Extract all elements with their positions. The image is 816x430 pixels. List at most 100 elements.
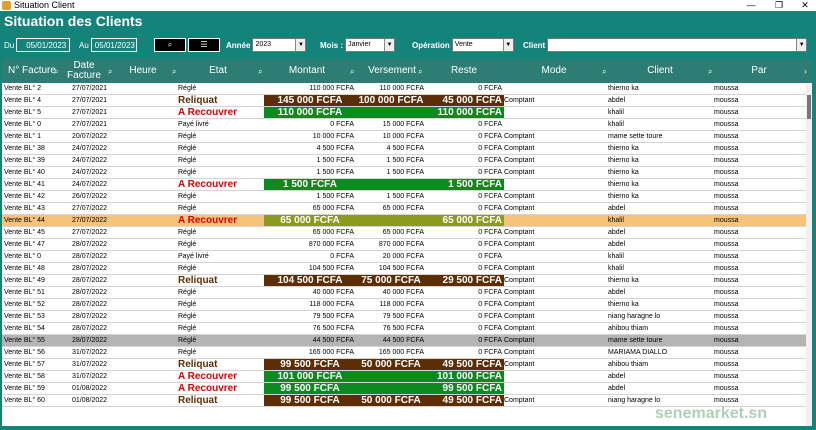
table-row[interactable]: Vente BL° 45 27/07/2022 Réglé 65 000 FCFA 65… <box>2 227 806 239</box>
cell-client: khalil <box>608 265 624 272</box>
cell-client: abdel <box>608 205 626 212</box>
cell-etat: Réglé <box>178 289 197 296</box>
operation-select[interactable]: Vente ▼ <box>451 38 514 52</box>
close-button[interactable]: ✕ <box>796 0 814 11</box>
cell-heure <box>124 395 170 406</box>
cell-reste: 0 FCFA <box>478 145 502 152</box>
search-icon[interactable]: ⌕ <box>54 67 58 77</box>
cell-etat: A Recouvrer <box>178 215 238 226</box>
col-header-facture[interactable]: N° Facture <box>2 59 62 83</box>
cell-etat: Reliquat <box>178 359 218 370</box>
chevron-right-icon[interactable]: › <box>804 67 807 76</box>
table-row[interactable]: Vente BL° 49 28/07/2022 Reliquat 104 500 FC… <box>2 275 806 287</box>
table-row[interactable]: Vente BL° 38 24/07/2022 Réglé 4 500 FCFA 4 5… <box>2 143 806 155</box>
search-icon[interactable]: ⌕ <box>258 67 262 77</box>
table-row[interactable]: Vente BL° 55 28/07/2022 Réglé 44 500 FCFA 44… <box>2 335 806 347</box>
cell-montant: 101 000 FCFA <box>277 371 343 382</box>
table-row[interactable]: Vente BL° 58 31/07/2022 A Recouvrer 101 000… <box>2 371 806 383</box>
cell-versement: 50 000 FCFA <box>361 359 421 370</box>
cell-client: abdel <box>608 229 626 236</box>
table-row[interactable]: Vente BL° 5 27/07/2021 A Recouvrer 110 000 … <box>2 107 806 119</box>
cell-date: 28/07/2022 <box>72 241 108 248</box>
app-main: Situation des Clients Du 05/01/2023 Au 0… <box>0 11 816 430</box>
cell-reste: 0 FCFA <box>478 289 502 296</box>
cell-date: 27/07/2021 <box>72 97 108 104</box>
cell-montant: 145 000 FCFA <box>277 95 343 106</box>
cell-etat: Réglé <box>178 241 197 248</box>
table-row[interactable]: Vente BL° 54 28/07/2022 Réglé 76 500 FCFA 76… <box>2 323 806 335</box>
cell-facture: Vente BL° 57 <box>4 361 45 368</box>
search-icon[interactable]: ⌕ <box>418 67 422 77</box>
col-header-versement[interactable]: Versement <box>358 59 426 83</box>
col-header-date[interactable]: Date Facture <box>64 59 104 83</box>
table-row[interactable]: Vente BL° 0 27/07/2021 Payé livré 0 FCFA 15 … <box>2 119 806 131</box>
table-row[interactable]: Vente BL° 48 28/07/2022 Réglé 104 500 FCFA 1… <box>2 263 806 275</box>
table-row[interactable]: Vente BL° 39 24/07/2022 Réglé 1 500 FCFA 1 5… <box>2 155 806 167</box>
table-row[interactable]: Vente BL° 52 28/07/2022 Réglé 118 000 FCFA 1… <box>2 299 806 311</box>
maximize-button[interactable]: ❐ <box>770 0 788 11</box>
table-row[interactable]: Vente BL° 4 27/07/2021 Reliquat 145 000 FCF… <box>2 95 806 107</box>
list-icon: ☰ <box>200 40 208 49</box>
table-row[interactable]: Vente BL° 0 28/07/2022 Payé livré 0 FCFA 20 … <box>2 251 806 263</box>
cell-date: 01/08/2022 <box>72 385 108 392</box>
vertical-scrollbar[interactable] <box>806 83 812 426</box>
cell-date: 24/07/2022 <box>72 169 108 176</box>
search-button[interactable]: ⌕ <box>154 38 186 52</box>
cell-montant: 76 500 FCFA <box>312 325 354 332</box>
list-button[interactable]: ☰ <box>188 38 220 52</box>
cell-heure <box>124 191 170 202</box>
minimize-button[interactable]: — <box>742 0 760 11</box>
col-header-client[interactable]: Client <box>608 59 712 83</box>
cell-facture: Vente BL° 53 <box>4 313 45 320</box>
cell-mode: Comptant <box>504 397 535 404</box>
table-row[interactable]: Vente BL° 53 28/07/2022 Réglé 79 500 FCFA 79… <box>2 311 806 323</box>
table-row[interactable]: Vente BL° 43 27/07/2022 Réglé 65 000 FCFA 65… <box>2 203 806 215</box>
table-row[interactable]: Vente BL° 1 20/07/2022 Réglé 10 000 FCFA 10 … <box>2 131 806 143</box>
cell-montant: 118 000 FCFA <box>309 301 354 308</box>
cell-date: 01/08/2022 <box>72 397 108 404</box>
search-icon[interactable]: ⌕ <box>602 67 606 77</box>
col-header-heure[interactable]: Heure <box>120 59 166 83</box>
table-row[interactable]: Vente BL° 57 31/07/2022 Reliquat 99 500 FCF… <box>2 359 806 371</box>
cell-versement <box>356 215 426 226</box>
cell-versement <box>356 371 426 382</box>
table-row[interactable]: Vente BL° 40 24/07/2022 Réglé 1 500 FCFA 1 5… <box>2 167 806 179</box>
scroll-thumb[interactable] <box>807 95 811 119</box>
cell-etat: Réglé <box>178 157 197 164</box>
table-row[interactable]: Vente BL° 56 31/07/2022 Réglé 165 000 FCFA 1… <box>2 347 806 359</box>
search-icon[interactable]: ⌕ <box>708 67 712 77</box>
col-header-par[interactable]: Par <box>714 59 804 83</box>
col-header-mode[interactable]: Mode <box>504 59 604 83</box>
cell-heure <box>124 335 170 346</box>
col-header-etat[interactable]: Etat <box>178 59 258 83</box>
cell-versement: 118 000 FCFA <box>379 301 424 308</box>
cell-par: moussa <box>714 385 739 392</box>
table-row[interactable]: Vente BL° 44 27/07/2022 A Recouvrer 65 000 … <box>2 215 806 227</box>
cell-client: abdel <box>608 241 626 248</box>
cell-heure <box>124 107 170 118</box>
col-header-reste[interactable]: Reste <box>426 59 502 83</box>
table-row[interactable]: Vente BL° 51 28/07/2022 Réglé 40 000 FCFA 40… <box>2 287 806 299</box>
app-icon <box>2 1 11 10</box>
table-row[interactable]: Vente BL° 59 01/08/2022 A Recouvrer 99 500 … <box>2 383 806 395</box>
client-select[interactable]: ▼ <box>547 38 808 52</box>
mois-select[interactable]: Janvier ▼ <box>345 38 396 52</box>
cell-date: 31/07/2022 <box>72 349 108 356</box>
col-header-montant[interactable]: Montant <box>264 59 350 83</box>
search-icon[interactable]: ⌕ <box>350 67 354 77</box>
cell-etat: A Recouvrer <box>178 371 238 382</box>
table-row[interactable]: Vente BL° 41 24/07/2022 A Recouvrer 1 500 F… <box>2 179 806 191</box>
annee-select[interactable]: 2023 ▼ <box>252 38 307 52</box>
cell-etat: A Recouvrer <box>178 383 238 394</box>
cell-date: 31/07/2022 <box>72 373 108 380</box>
table-row[interactable]: Vente BL° 2 27/07/2021 Réglé 110 000 FCFA 11… <box>2 83 806 95</box>
cell-facture: Vente BL° 0 <box>4 121 42 128</box>
du-date-input[interactable]: 05/01/2023 <box>16 38 71 52</box>
table-row[interactable]: Vente BL° 42 26/07/2022 Réglé 1 500 FCFA 1 5… <box>2 191 806 203</box>
au-date-input[interactable]: 05/01/2023 <box>90 38 137 52</box>
cell-mode: Comptant <box>504 301 535 308</box>
search-icon[interactable]: ⌕ <box>172 67 176 77</box>
table-row[interactable]: Vente BL° 47 28/07/2022 Réglé 870 000 FCFA 8… <box>2 239 806 251</box>
search-icon[interactable]: ⌕ <box>108 67 112 77</box>
cell-client: khalil <box>608 253 624 260</box>
